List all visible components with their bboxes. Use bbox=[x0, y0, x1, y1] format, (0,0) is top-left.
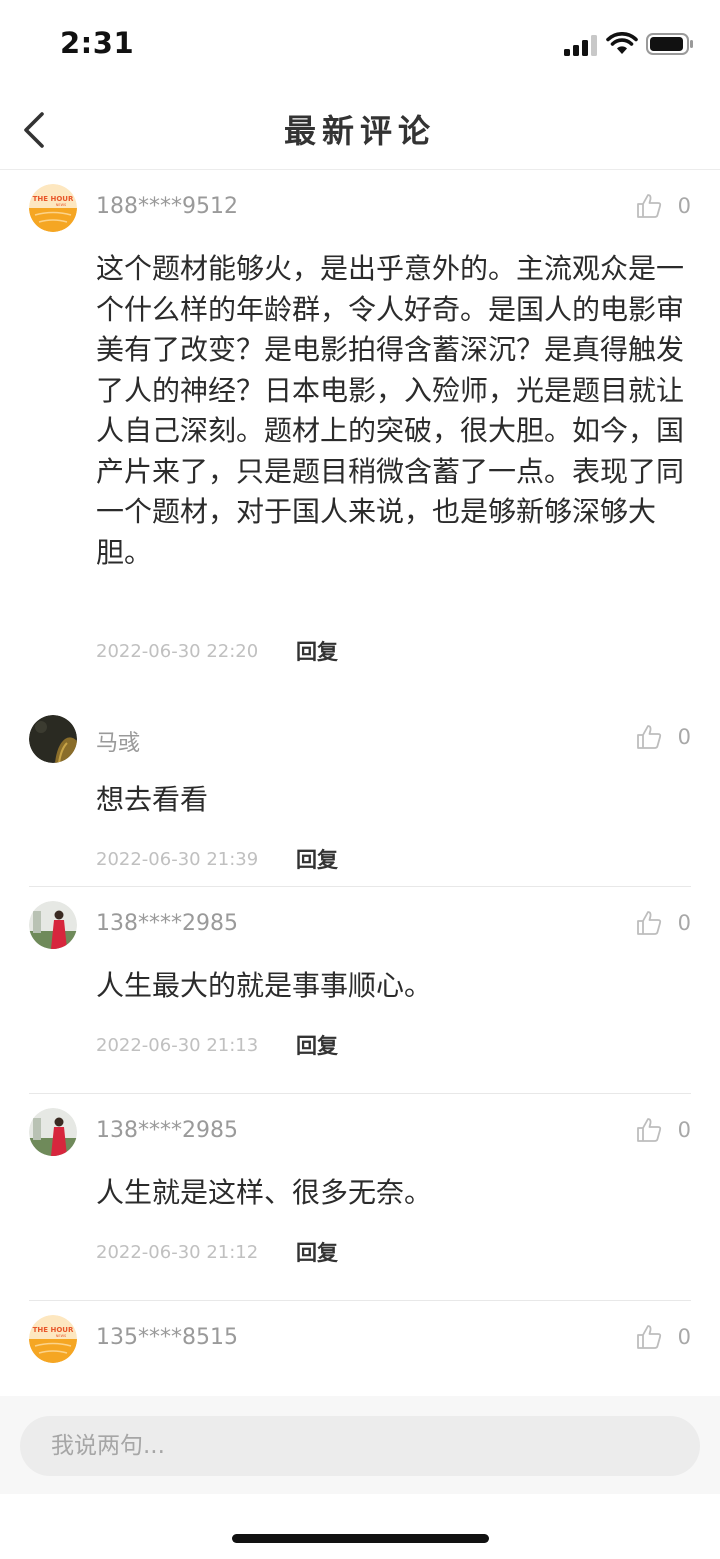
comment-item: 138****2985 0 人生就是这样、很多无奈。 2022-06-30 21… bbox=[29, 1094, 691, 1301]
avatar-logo-subtext: NEWS bbox=[56, 1334, 67, 1338]
nav-bar: 最新评论 bbox=[0, 88, 720, 170]
comment-username: 马彧 bbox=[96, 731, 141, 756]
comment-item: 138****2985 0 人生最大的就是事事顺心。 2022-06-30 21… bbox=[29, 887, 691, 1094]
comment-meta: 2022-06-30 21:39 回复 bbox=[96, 844, 338, 874]
home-indicator[interactable] bbox=[232, 1534, 489, 1543]
avatar-logo-text: THE HOUR bbox=[33, 1326, 74, 1334]
comment-input-bar bbox=[0, 1396, 720, 1494]
wifi-icon bbox=[606, 32, 638, 54]
comment-item: 马彧 0 想去看看 2022-06-30 21:39 回复 bbox=[29, 701, 691, 887]
comment-username: 138****2985 bbox=[96, 1118, 238, 1143]
comment-meta: 2022-06-30 21:12 回复 bbox=[96, 1237, 338, 1267]
comment-timestamp: 2022-06-30 21:12 bbox=[96, 1241, 259, 1263]
thumbs-up-icon bbox=[637, 911, 662, 935]
comment-list[interactable]: THE HOUR NEWS 188****9512 0 这个题材能够火，是出乎意… bbox=[0, 170, 720, 1396]
avatar[interactable]: THE HOUR NEWS bbox=[29, 1315, 77, 1363]
like-count: 0 bbox=[677, 1325, 691, 1349]
avatar-logo-subtext: NEWS bbox=[56, 203, 67, 207]
reply-button[interactable]: 回复 bbox=[296, 636, 338, 666]
like-button[interactable]: 0 bbox=[635, 1323, 691, 1351]
comment-meta: 2022-06-30 21:13 回复 bbox=[96, 1030, 338, 1060]
like-count: 0 bbox=[677, 1118, 691, 1142]
signal-icon bbox=[564, 35, 597, 56]
avatar[interactable] bbox=[29, 1108, 77, 1156]
comment-text: 人生最大的就是事事顺心。 bbox=[96, 969, 433, 1002]
like-button[interactable]: 0 bbox=[635, 1116, 691, 1144]
reply-button[interactable]: 回复 bbox=[296, 1030, 338, 1060]
comment-timestamp: 2022-06-30 21:13 bbox=[96, 1034, 259, 1056]
comment-timestamp: 2022-06-30 22:20 bbox=[96, 640, 259, 662]
status-time: 2:31 bbox=[60, 26, 135, 60]
thumbs-up-icon bbox=[637, 1325, 662, 1349]
reply-button[interactable]: 回复 bbox=[296, 1237, 338, 1267]
like-count: 0 bbox=[677, 911, 691, 935]
comment-text: 想去看看 bbox=[96, 783, 209, 816]
comment-timestamp: 2022-06-30 21:39 bbox=[96, 848, 259, 870]
status-bar: 2:31 bbox=[0, 0, 720, 88]
like-button[interactable]: 0 bbox=[635, 192, 691, 220]
avatar[interactable]: THE HOUR NEWS bbox=[29, 184, 77, 232]
like-button[interactable]: 0 bbox=[635, 909, 691, 937]
page-title: 最新评论 bbox=[283, 112, 436, 150]
like-button[interactable]: 0 bbox=[635, 723, 691, 751]
avatar-logo-text: THE HOUR bbox=[33, 195, 74, 203]
comment-text: 人生就是这样、很多无奈。 bbox=[96, 1176, 433, 1209]
thumbs-up-icon bbox=[637, 194, 662, 218]
comment-item: THE HOUR NEWS 188****9512 0 这个题材能够火，是出乎意… bbox=[29, 170, 691, 701]
reply-button[interactable]: 回复 bbox=[296, 844, 338, 874]
thumbs-up-icon bbox=[637, 725, 662, 749]
battery-icon bbox=[646, 33, 693, 55]
comment-input[interactable] bbox=[20, 1416, 700, 1476]
avatar[interactable] bbox=[29, 715, 77, 763]
comment-username: 188****9512 bbox=[96, 194, 238, 219]
comment-meta: 2022-06-30 22:20 回复 bbox=[96, 636, 338, 666]
comment-item: THE HOUR NEWS 135****8515 0 bbox=[29, 1301, 691, 1396]
thumbs-up-icon bbox=[637, 1118, 662, 1142]
home-indicator-area bbox=[0, 1494, 720, 1559]
avatar[interactable] bbox=[29, 901, 77, 949]
comment-username: 135****8515 bbox=[96, 1325, 238, 1350]
comment-username: 138****2985 bbox=[96, 911, 238, 936]
like-count: 0 bbox=[677, 194, 691, 218]
comment-text: 这个题材能够火，是出乎意外的。主流观众是一个什么样的年龄群，令人好奇。是国人的电… bbox=[96, 252, 685, 569]
like-count: 0 bbox=[677, 725, 691, 749]
